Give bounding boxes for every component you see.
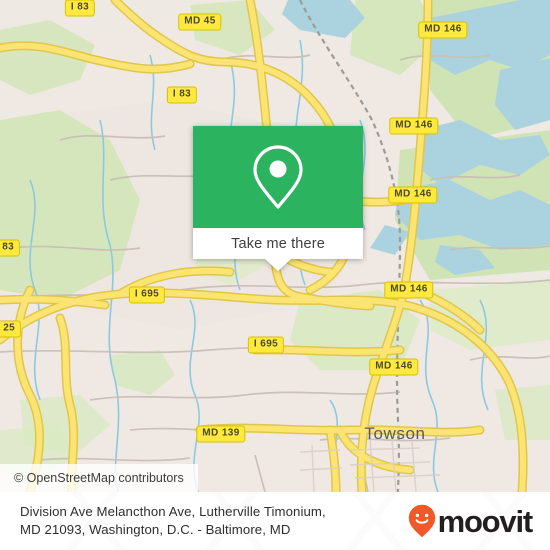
place-label: Towson bbox=[364, 424, 426, 443]
moovit-smiley-pin-icon bbox=[408, 504, 435, 538]
callout-pointer bbox=[265, 259, 291, 271]
road-shield: MD 146 bbox=[388, 186, 438, 204]
road-shield: I 83 bbox=[166, 86, 198, 104]
take-me-there-button[interactable]: Take me there bbox=[193, 228, 363, 259]
road-shield: MD 45 bbox=[178, 13, 222, 31]
location-callout-card[interactable]: Take me there bbox=[193, 126, 363, 271]
map-attribution[interactable]: © OpenStreetMap contributors bbox=[0, 464, 198, 492]
moovit-logo: moovit bbox=[408, 504, 536, 538]
attribution-text: © OpenStreetMap contributors bbox=[14, 471, 184, 485]
moovit-map-screenshot: I 83 MD 45 MD 146 I 83 MD 146 MD 146 I 83 I 695… bbox=[0, 0, 550, 550]
footer-bar: Division Ave Melancthon Ave, Lutherville… bbox=[0, 492, 550, 550]
address-text: Division Ave Melancthon Ave, Lutherville… bbox=[20, 503, 408, 539]
road-shield: MD 146 bbox=[369, 358, 419, 376]
take-me-there-label: Take me there bbox=[231, 235, 325, 252]
road-shield: MD 139 bbox=[196, 425, 246, 443]
road-shield: MD 146 bbox=[384, 281, 434, 299]
address-line-2: MD 21093, Washington, D.C. - Baltimore, … bbox=[20, 522, 291, 537]
road-shield: I 83 bbox=[0, 239, 21, 257]
road-shield: MD 146 bbox=[389, 117, 439, 135]
address-line-1: Division Ave Melancthon Ave, Lutherville… bbox=[20, 504, 326, 519]
road-shield: I 695 bbox=[247, 336, 285, 354]
road-shield: I 83 bbox=[64, 0, 96, 17]
map-canvas[interactable]: I 83 MD 45 MD 146 I 83 MD 146 MD 146 I 83 I 695… bbox=[0, 0, 550, 492]
road-shield: I 25 bbox=[0, 320, 22, 338]
road-shield: I 695 bbox=[128, 286, 166, 304]
road-shield: MD 146 bbox=[418, 21, 468, 39]
map-pin-icon bbox=[253, 145, 303, 209]
callout-pin-panel bbox=[193, 126, 363, 228]
moovit-wordmark: moovit bbox=[437, 503, 534, 539]
